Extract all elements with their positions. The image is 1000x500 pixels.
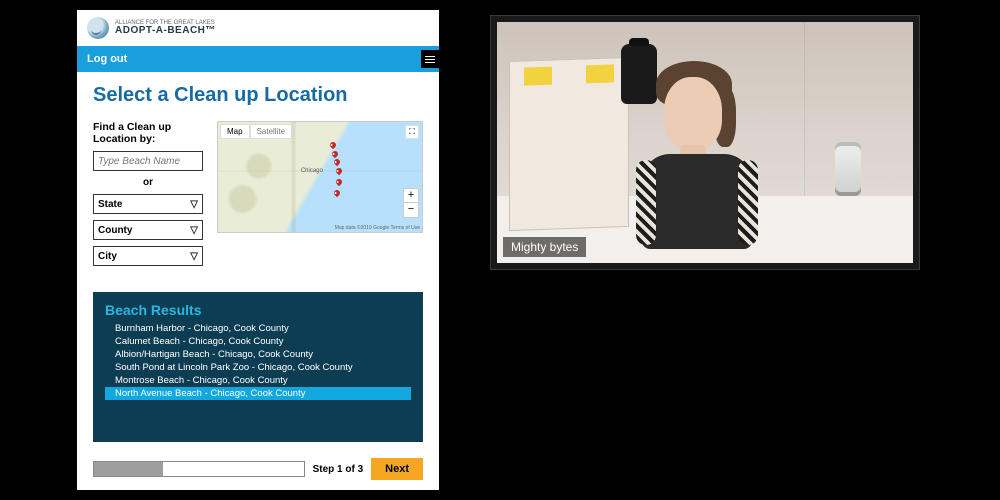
- map-pin-icon[interactable]: [329, 141, 337, 149]
- list-item[interactable]: Albion/Hartigan Beach - Chicago, Cook Co…: [105, 348, 411, 361]
- zoom-in-button[interactable]: +: [404, 189, 418, 203]
- state-select[interactable]: State ▽: [93, 194, 203, 214]
- map-type-tabs[interactable]: Map Satellite: [220, 124, 292, 139]
- beach-results-panel: Beach Results Burnham Harbor - Chicago, …: [93, 292, 423, 442]
- list-item[interactable]: Montrose Beach - Chicago, Cook County: [105, 374, 411, 387]
- find-controls: Find a Clean up Location by: or State ▽ …: [93, 121, 203, 272]
- flipchart: [509, 57, 629, 231]
- topbar: Log out: [77, 46, 439, 72]
- map-pin-icon[interactable]: [331, 149, 339, 157]
- beach-name-input[interactable]: [93, 151, 203, 171]
- list-item[interactable]: Calumet Beach - Chicago, Cook County: [105, 335, 411, 348]
- state-select-label: State: [98, 199, 122, 210]
- speaker-device: [835, 142, 861, 196]
- map-zoom-control: + −: [403, 188, 419, 218]
- map-attribution: Map data ©2019 Google Terms of Use: [335, 225, 420, 231]
- map-city-label: Chicago: [301, 168, 323, 174]
- video-feed: Mighty bytes: [497, 22, 913, 263]
- chevron-down-icon: ▽: [190, 199, 198, 210]
- or-separator: or: [93, 177, 203, 188]
- fullscreen-icon[interactable]: ⛶: [405, 125, 419, 139]
- hamburger-menu-icon[interactable]: [421, 50, 439, 68]
- brand-text: ALLIANCE FOR THE GREAT LAKES ADOPT-A-BEA…: [115, 20, 216, 36]
- location-map[interactable]: Map Satellite ⛶ Chicago + − Map data ©20…: [217, 121, 423, 233]
- map-tab-satellite[interactable]: Satellite: [250, 124, 292, 139]
- county-select[interactable]: County ▽: [93, 220, 203, 240]
- find-row: Find a Clean up Location by: or State ▽ …: [93, 121, 423, 272]
- page-title: Select a Clean up Location: [93, 84, 423, 107]
- wizard-footer: Step 1 of 3 Next: [77, 450, 439, 480]
- map-tab-map[interactable]: Map: [220, 124, 250, 139]
- adopt-a-beach-window: ALLIANCE FOR THE GREAT LAKES ADOPT-A-BEA…: [77, 10, 439, 490]
- city-select[interactable]: City ▽: [93, 246, 203, 266]
- participant-name-tag: Mighty bytes: [503, 237, 586, 257]
- results-list: Burnham Harbor - Chicago, Cook County Ca…: [105, 322, 411, 400]
- chevron-down-icon: ▽: [190, 251, 198, 262]
- zoom-out-button[interactable]: −: [404, 203, 418, 217]
- app-header: ALLIANCE FOR THE GREAT LAKES ADOPT-A-BEA…: [77, 10, 439, 46]
- video-tile[interactable]: Mighty bytes: [490, 15, 920, 270]
- list-item[interactable]: North Avenue Beach - Chicago, Cook Count…: [105, 387, 411, 400]
- flipchart-clip: [524, 67, 552, 86]
- chevron-down-icon: ▽: [190, 225, 198, 236]
- progress-fill: [94, 462, 163, 476]
- brand-name: ADOPT-A-BEACH™: [115, 26, 216, 36]
- next-button[interactable]: Next: [371, 458, 423, 480]
- map-pin-icon[interactable]: [335, 178, 343, 186]
- city-select-label: City: [98, 251, 117, 262]
- map-pin-icon[interactable]: [333, 158, 341, 166]
- brand-logo-icon: [87, 17, 109, 39]
- logout-link[interactable]: Log out: [87, 53, 127, 65]
- county-select-label: County: [98, 225, 132, 236]
- wall-edge: [804, 22, 805, 196]
- list-item[interactable]: Burnham Harbor - Chicago, Cook County: [105, 322, 411, 335]
- map-pin-icon[interactable]: [333, 189, 341, 197]
- step-label: Step 1 of 3: [313, 464, 364, 475]
- progress-bar: [93, 461, 305, 477]
- content-area: Select a Clean up Location Find a Clean …: [77, 72, 439, 450]
- map-pin-icon[interactable]: [335, 167, 343, 175]
- find-label: Find a Clean up Location by:: [93, 121, 203, 145]
- participant-figure: [622, 59, 772, 249]
- flipchart-clip: [586, 65, 614, 84]
- results-heading: Beach Results: [105, 302, 411, 318]
- list-item[interactable]: South Pond at Lincoln Park Zoo - Chicago…: [105, 361, 411, 374]
